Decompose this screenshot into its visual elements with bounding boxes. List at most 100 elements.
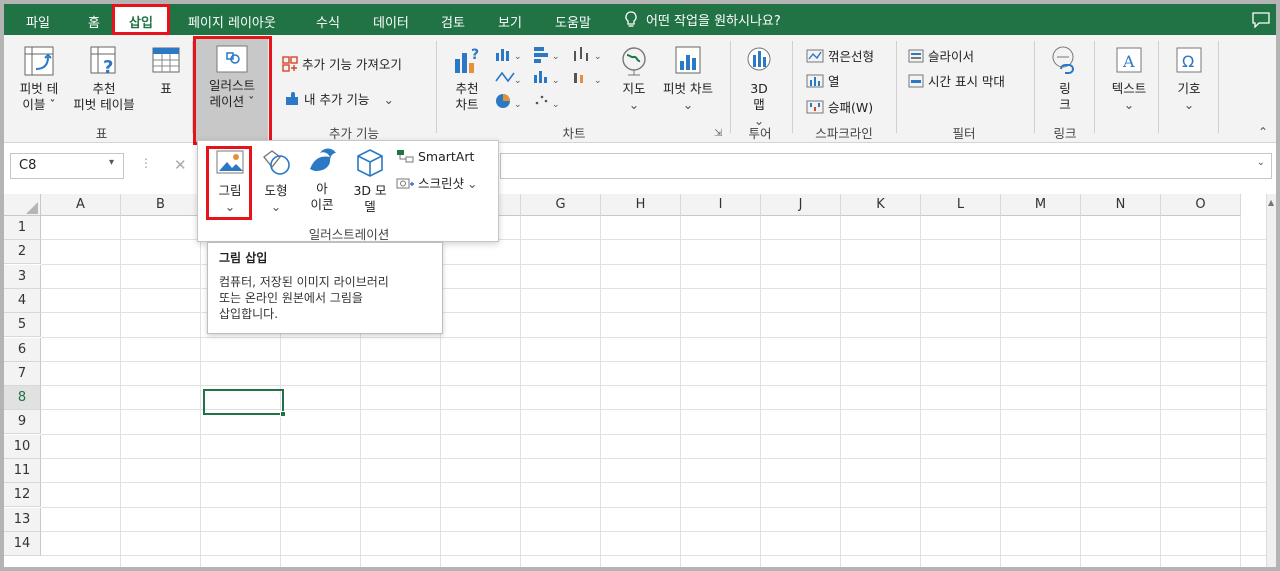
my-addins-label: 내 추가 기능 xyxy=(303,92,370,107)
row-header-9[interactable]: 9 xyxy=(4,410,41,435)
timeline-button[interactable]: 시간 표시 막대 xyxy=(908,71,1005,90)
row-header-1[interactable]: 1 xyxy=(4,216,41,240)
column-header-g[interactable]: G xyxy=(521,194,601,216)
table-button[interactable]: 표 xyxy=(146,45,186,97)
link-button[interactable]: 링 크 xyxy=(1044,45,1086,113)
slicer-button[interactable]: 슬라이서 xyxy=(908,46,974,65)
recommended-charts-button[interactable]: ? 추천 차트 xyxy=(446,45,488,113)
chart-types-gallery[interactable]: ⌄ ⌄ ⌄ ⌄ ⌄ ⌄ ⌄ ⌄ xyxy=(494,45,614,115)
grid-hline xyxy=(41,555,1266,557)
icons-button[interactable]: 아 이콘 xyxy=(302,145,342,213)
shapes-icon xyxy=(263,150,290,175)
svg-text:⌄: ⌄ xyxy=(594,52,602,62)
column-header-o[interactable]: O xyxy=(1161,194,1241,216)
3d-map-label-1: 3D xyxy=(750,81,768,96)
row-header-6[interactable]: 6 xyxy=(4,337,41,362)
dialog-launcher-icon[interactable]: ⇲ xyxy=(714,128,722,139)
grid-hline xyxy=(41,433,1266,435)
row-header-5[interactable]: 5 xyxy=(4,313,41,338)
maps-button[interactable]: 지도 ⌄ xyxy=(616,45,652,113)
scroll-up-icon[interactable]: ▲ xyxy=(1268,198,1274,207)
row-header-3[interactable]: 3 xyxy=(4,264,41,289)
fill-handle[interactable] xyxy=(280,411,286,417)
pivot-table-button[interactable]: 피벗 테 이블 ˇ xyxy=(14,45,64,113)
collapse-ribbon-icon[interactable]: ⌃ xyxy=(1258,125,1268,139)
tell-me-box[interactable]: 어떤 작업을 원하시나요? xyxy=(624,10,781,29)
recommended-pivot-button[interactable]: ? 추천 피벗 테이블 xyxy=(66,45,142,113)
sparkline-winloss-button[interactable]: 승패(W) xyxy=(806,97,873,116)
text-label: 텍스트 xyxy=(1111,81,1147,96)
recommended-charts-label-1: 추천 xyxy=(455,81,479,96)
row-header-12[interactable]: 12 xyxy=(4,483,41,508)
row-header-8[interactable]: 8 xyxy=(4,386,41,411)
globe-icon xyxy=(622,47,646,76)
recommended-pivot-label-2: 피벗 테이블 xyxy=(73,97,135,112)
column-header-k[interactable]: K xyxy=(841,194,921,216)
column-header-a[interactable]: A xyxy=(41,194,121,216)
select-all-icon xyxy=(26,202,38,214)
tab-help[interactable]: 도움말 xyxy=(555,12,591,31)
column-header-b[interactable]: B xyxy=(121,194,201,216)
chevron-down-icon: ⌄ xyxy=(1123,97,1135,112)
grid-vline xyxy=(520,216,521,567)
row-header-11[interactable]: 11 xyxy=(4,459,41,483)
row-header-14[interactable]: 14 xyxy=(4,531,41,556)
tooltip-title: 그림 삽입 xyxy=(219,251,268,265)
row-header-10[interactable]: 10 xyxy=(4,434,41,459)
row-header-13[interactable]: 13 xyxy=(4,507,41,532)
tab-data[interactable]: 데이터 xyxy=(373,12,409,31)
smartart-button[interactable]: SmartArt xyxy=(396,149,474,164)
text-icon: A xyxy=(1116,47,1142,73)
illustrations-group-label: 일러스트레이션 xyxy=(308,227,390,242)
row-header-2[interactable]: 2 xyxy=(4,240,41,265)
cancel-icon[interactable]: ✕ xyxy=(174,156,187,174)
name-box[interactable]: C8 ▾ xyxy=(10,153,124,179)
tab-view[interactable]: 보기 xyxy=(498,12,522,31)
text-button[interactable]: A 텍스트 ⌄ xyxy=(1104,45,1154,113)
table-icon xyxy=(152,47,180,73)
formula-bar: C8 ▾ ⋮ ✕ ⌄ xyxy=(4,150,1276,184)
column-header-h[interactable]: H xyxy=(601,194,681,216)
pivot-chart-button[interactable]: 피벗 차트 ⌄ xyxy=(656,45,720,113)
expand-icon[interactable]: ⌄ xyxy=(1257,157,1265,168)
tooltip-body-line-1: 컴퓨터, 저장된 이미지 라이브러리 xyxy=(219,275,389,289)
column-header-j[interactable]: J xyxy=(761,194,841,216)
tab-home[interactable]: 홈 xyxy=(88,12,100,31)
select-all-corner[interactable] xyxy=(4,194,41,216)
tab-formulas[interactable]: 수식 xyxy=(316,12,340,31)
shapes-button[interactable]: 도형 ⌄ xyxy=(256,149,296,215)
symbols-button[interactable]: Ω 기호 ⌄ xyxy=(1166,45,1212,113)
screenshot-button[interactable]: 스크린샷 ⌄ xyxy=(396,173,477,192)
sparkline-column-button[interactable]: 열 xyxy=(806,71,840,90)
pivot-table-icon xyxy=(24,46,54,76)
column-header-n[interactable]: N xyxy=(1081,194,1161,216)
highlight-illustrations xyxy=(193,36,272,145)
3d-map-button[interactable]: 3D 맵 ⌄ xyxy=(738,45,780,129)
selected-cell-c8[interactable] xyxy=(203,389,284,415)
column-header-l[interactable]: L xyxy=(921,194,1001,216)
group-label-links: 링크 xyxy=(1053,126,1077,141)
sparkline-line-button[interactable]: 꺾은선형 xyxy=(806,46,874,65)
comments-icon[interactable] xyxy=(1252,12,1270,28)
row-header-7[interactable]: 7 xyxy=(4,361,41,386)
my-addins-button[interactable]: 내 추가 기능 ⌄ xyxy=(284,89,394,108)
column-header-m[interactable]: M xyxy=(1001,194,1081,216)
svg-text:⌄: ⌄ xyxy=(594,76,602,86)
formula-input[interactable]: ⌄ xyxy=(500,153,1272,179)
chevron-down-icon: ⌄ xyxy=(467,176,478,191)
tab-insert[interactable]: 삽입 xyxy=(112,4,170,35)
tab-file[interactable]: 파일 xyxy=(26,12,50,31)
3d-models-button[interactable]: 3D 모 델 xyxy=(348,147,392,215)
vertical-scrollbar[interactable]: ▲ xyxy=(1266,194,1276,567)
get-addins-button[interactable]: 추가 기능 가져오기 xyxy=(282,54,402,73)
separator xyxy=(730,41,731,133)
column-header-i[interactable]: I xyxy=(681,194,761,216)
shapes-label: 도형 xyxy=(264,183,288,198)
tab-review[interactable]: 검토 xyxy=(441,12,465,31)
lightbulb-icon xyxy=(625,11,637,27)
tab-page-layout[interactable]: 페이지 레이아웃 xyxy=(188,12,276,31)
svg-text:⌄: ⌄ xyxy=(552,52,560,62)
sparkline-winloss-label: 승패(W) xyxy=(827,100,874,115)
row-header-4[interactable]: 4 xyxy=(4,288,41,313)
omega-icon: Ω xyxy=(1176,47,1202,73)
